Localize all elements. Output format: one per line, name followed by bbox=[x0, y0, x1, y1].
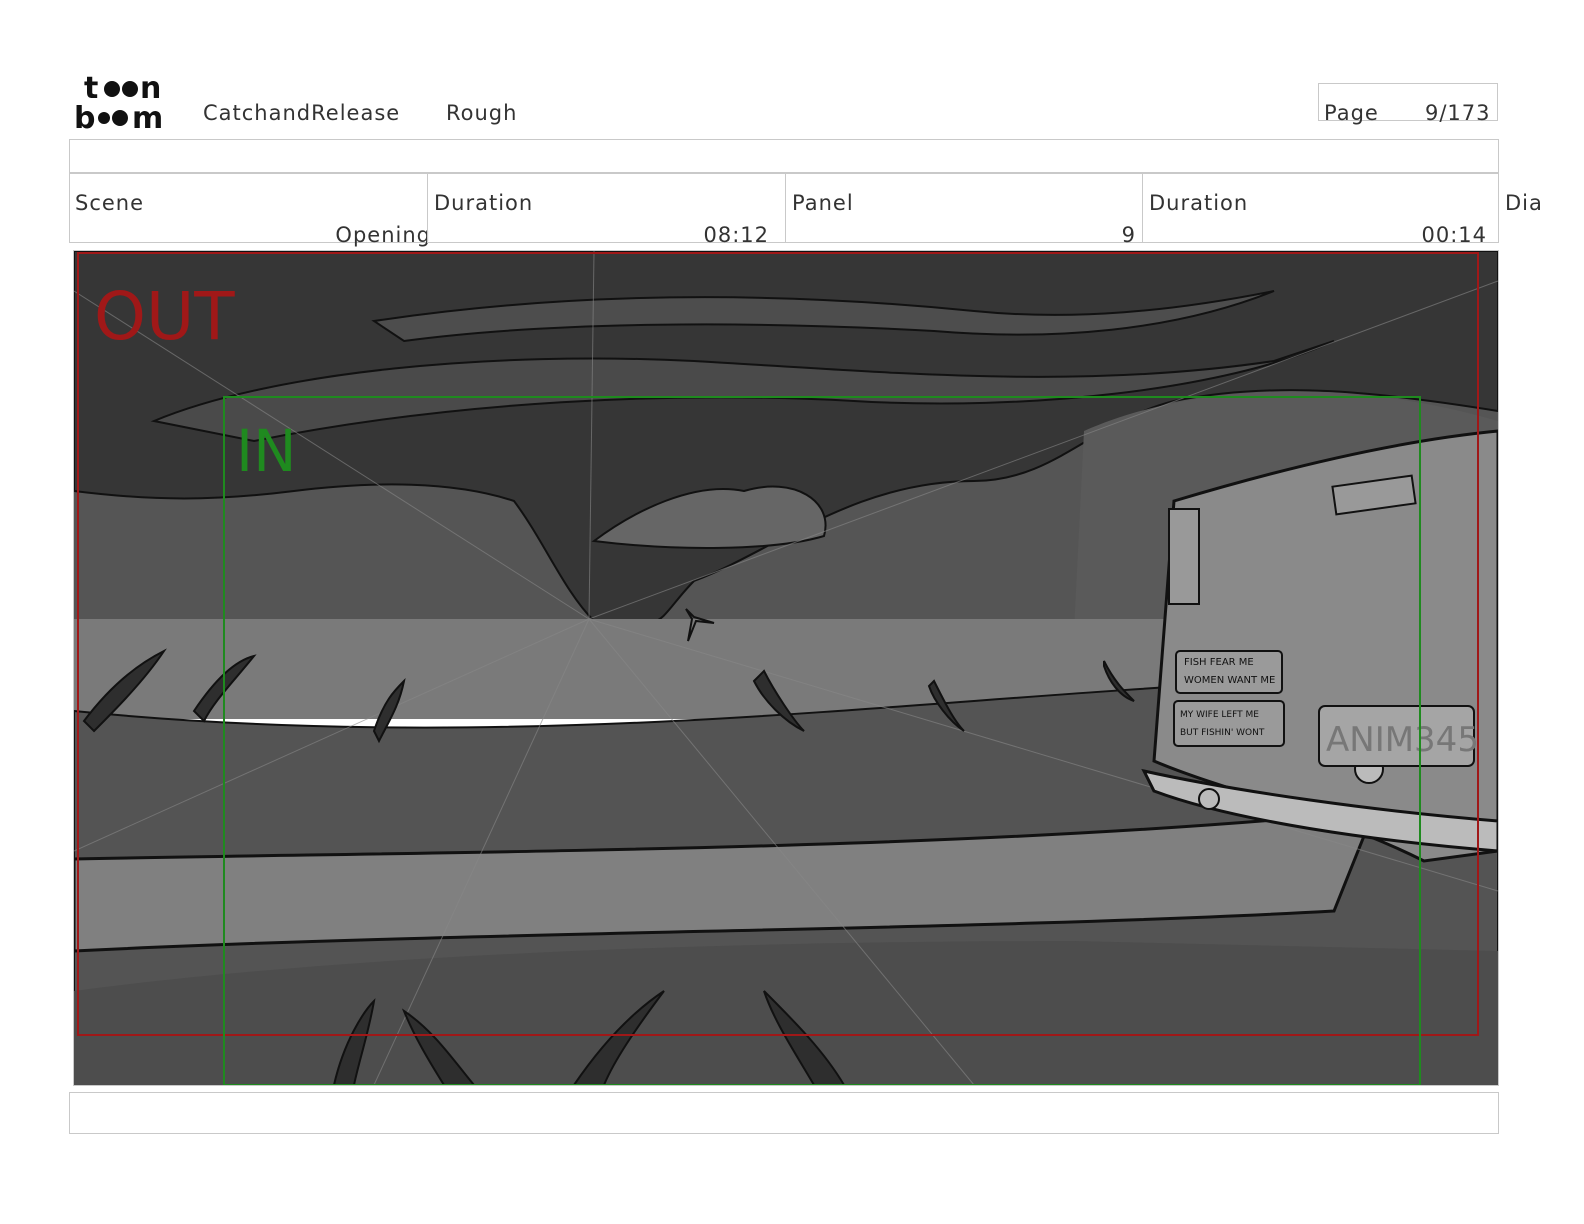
bumper-sticker-top-line-2: WOMEN WANT ME bbox=[1184, 675, 1275, 686]
panel-cell: Panel 9 bbox=[785, 173, 1142, 247]
bumper-sticker-top-line-1: FISH FEAR ME bbox=[1184, 657, 1254, 668]
svg-text:b: b bbox=[74, 101, 95, 132]
scene-value: Opening bbox=[335, 223, 431, 247]
project-name: CatchandRelease bbox=[203, 101, 401, 125]
truck: FISH FEAR ME WOMEN WANT ME MY WIFE LEFT … bbox=[1141, 429, 1498, 863]
bumper-sticker-bottom-line-1: MY WIFE LEFT ME bbox=[1180, 710, 1259, 720]
scene-duration-label: Duration bbox=[434, 191, 534, 215]
version-label: Rough bbox=[446, 101, 518, 125]
scene-cell: Scene Opening bbox=[69, 173, 430, 247]
panel-duration-cell: Duration 00:14 bbox=[1142, 173, 1499, 247]
panel-value: 9 bbox=[1121, 223, 1136, 247]
scene-duration-cell: Duration 08:12 bbox=[427, 173, 785, 247]
storyboard-panel: FISH FEAR ME WOMEN WANT ME MY WIFE LEFT … bbox=[73, 250, 1499, 1086]
svg-text:m: m bbox=[132, 101, 163, 132]
scene-duration-value: 08:12 bbox=[703, 223, 769, 247]
panel-duration-label: Duration bbox=[1149, 191, 1249, 215]
bumper-sticker-bottom-line-2: BUT FISHIN' WONT bbox=[1180, 728, 1265, 738]
notes-box bbox=[69, 1092, 1499, 1134]
in-label: IN bbox=[236, 417, 297, 485]
page-value: 9/173 bbox=[1425, 101, 1491, 125]
out-label: OUT bbox=[94, 278, 235, 355]
panel-duration-value: 00:14 bbox=[1421, 223, 1487, 247]
license-plate: ANIM345 bbox=[1326, 720, 1479, 760]
dialogue-label: Dia bbox=[1505, 191, 1543, 215]
page-label: Page bbox=[1324, 101, 1379, 125]
header-bar bbox=[69, 139, 1499, 173]
panel-label: Panel bbox=[792, 191, 854, 215]
scene-label: Scene bbox=[75, 191, 145, 215]
toon-boom-logo: t n b m bbox=[74, 71, 182, 136]
panel-drawing: FISH FEAR ME WOMEN WANT ME MY WIFE LEFT … bbox=[74, 251, 1498, 1085]
